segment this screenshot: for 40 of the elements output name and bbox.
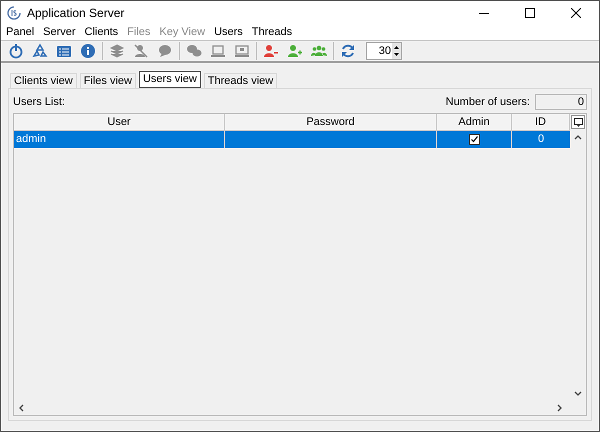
column-header[interactable]: Admin <box>437 114 512 131</box>
menu-item[interactable]: Panel <box>6 24 34 41</box>
refresh-icon[interactable] <box>340 43 356 59</box>
scroll-up-icon[interactable] <box>574 135 582 140</box>
power-icon[interactable] <box>8 43 24 59</box>
info-icon[interactable] <box>80 43 96 59</box>
tab[interactable]: Users view <box>138 71 201 88</box>
table-cell: admin <box>16 133 46 145</box>
menu-item[interactable]: Users <box>214 24 243 41</box>
window-title: Application Server <box>27 5 124 22</box>
tab[interactable]: Clients view <box>10 73 77 88</box>
admin-checkbox[interactable] <box>468 134 480 145</box>
interval-spinner[interactable]: 30 <box>366 42 402 60</box>
tab[interactable]: Files view <box>80 73 136 88</box>
scroll-down-icon[interactable] <box>574 391 582 396</box>
table-cell: 0 <box>538 133 544 145</box>
minimize-icon <box>479 12 489 14</box>
menu-item[interactable]: Server <box>43 24 76 41</box>
users-list-label: Users List: <box>13 94 65 110</box>
menu-item[interactable]: Clients <box>84 24 118 41</box>
column-header[interactable]: Password <box>225 114 437 131</box>
scroll-right-icon[interactable] <box>557 404 562 412</box>
table-row[interactable]: admin 0 <box>14 131 570 148</box>
list-icon[interactable] <box>56 43 72 59</box>
user-count-field: 0 <box>535 94 587 110</box>
users-icon[interactable] <box>311 43 327 59</box>
menu-item[interactable]: Threads <box>252 24 292 41</box>
user-plus-icon[interactable] <box>287 43 303 59</box>
user-minus-icon[interactable] <box>263 43 279 59</box>
spinner-arrows-icon[interactable] <box>392 43 401 59</box>
maximize-icon <box>525 8 535 18</box>
column-header[interactable]: ID <box>512 114 570 131</box>
column-menu-icon <box>574 118 582 126</box>
column-chooser-button[interactable] <box>571 115 585 129</box>
close-icon <box>571 8 581 18</box>
scroll-left-icon[interactable] <box>19 404 24 412</box>
column-header[interactable]: User <box>14 114 225 131</box>
tab[interactable]: Threads view <box>204 73 278 88</box>
app-logo-icon <box>7 6 21 20</box>
user-count-label: Number of users: <box>446 94 530 110</box>
